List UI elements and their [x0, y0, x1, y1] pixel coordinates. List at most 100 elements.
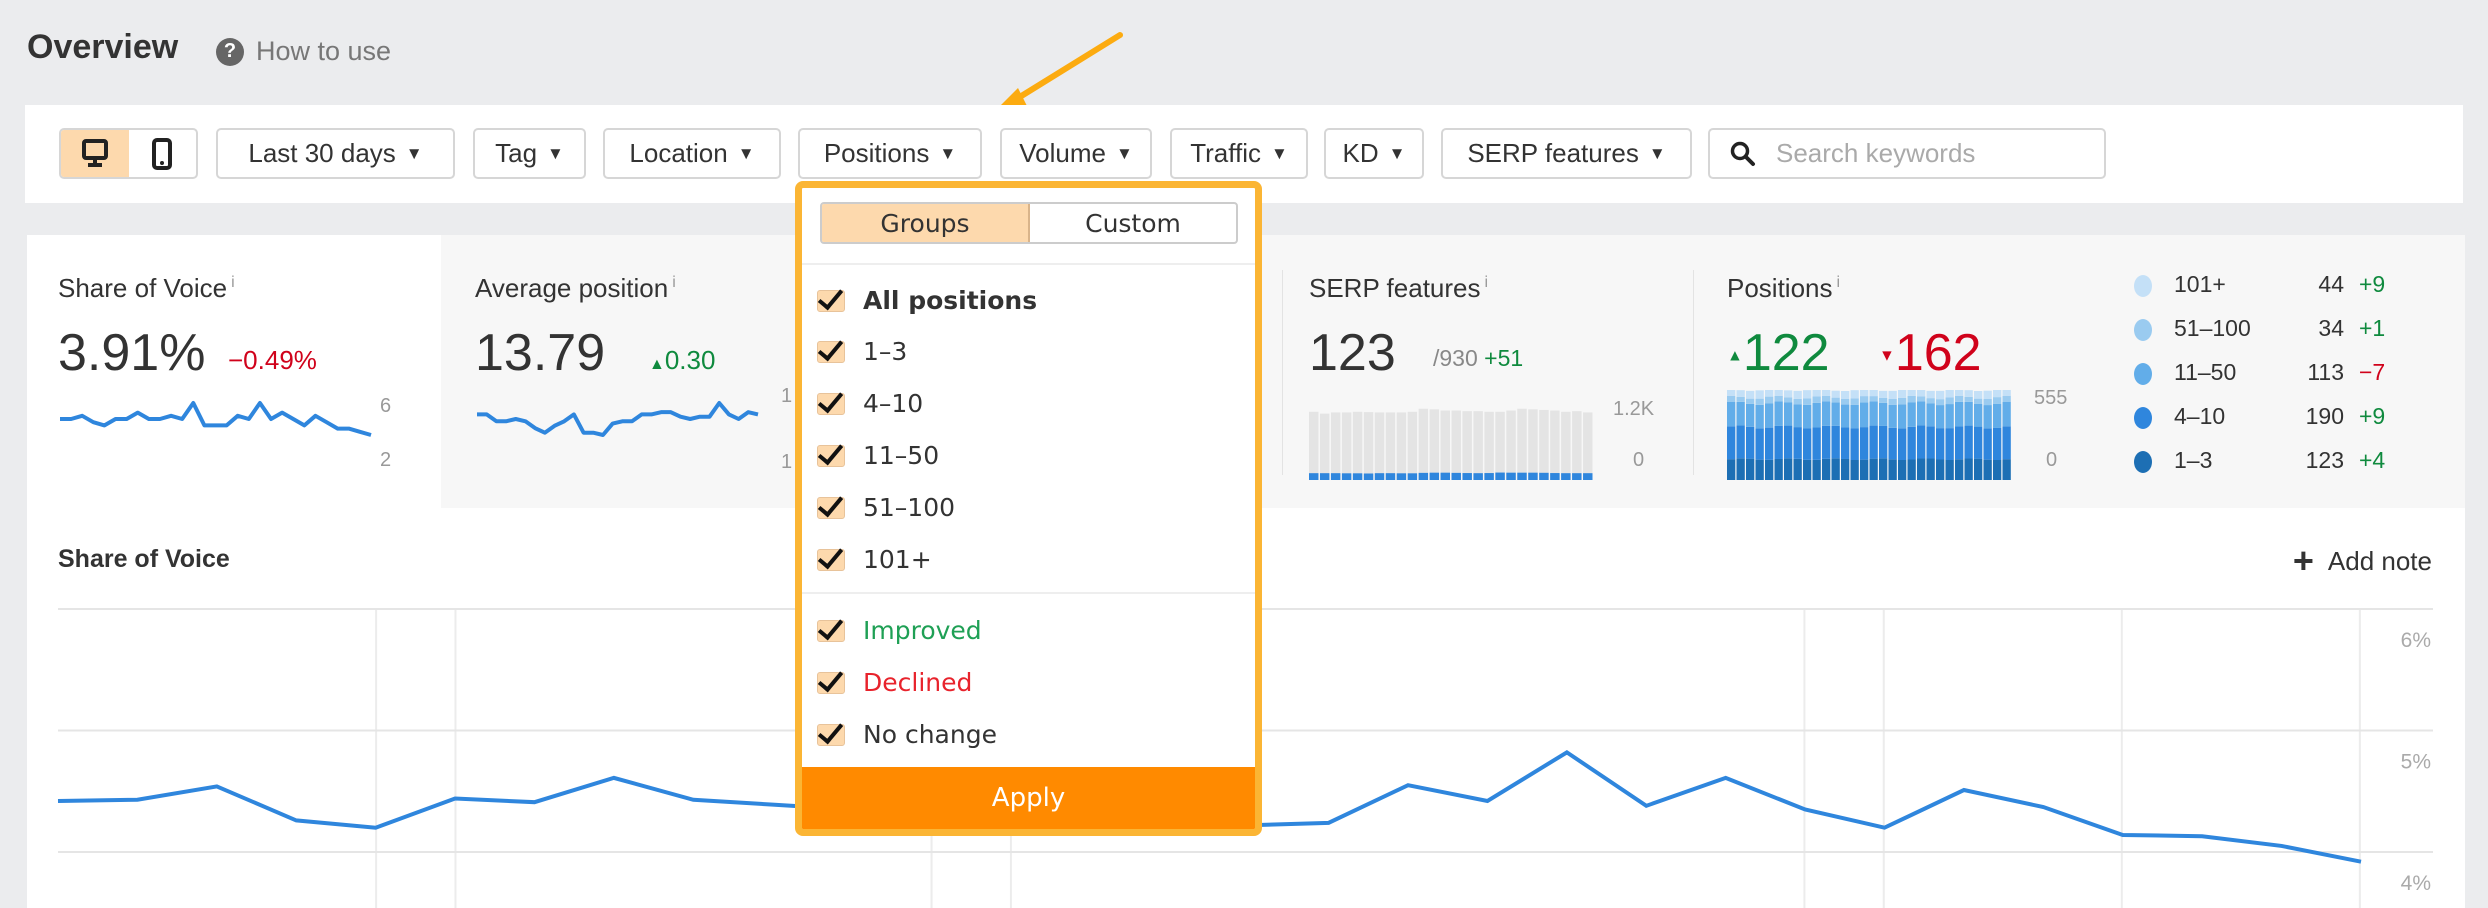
- serp-total-bar: [1341, 412, 1352, 480]
- checkbox-group[interactable]: 101+: [817, 545, 932, 574]
- tag-dropdown[interactable]: Tag ▼: [473, 128, 586, 179]
- tab-groups[interactable]: Groups: [822, 204, 1030, 242]
- checkbox-change[interactable]: Improved: [817, 616, 982, 645]
- serp-total-bar: [1583, 412, 1593, 480]
- legend-label: 11–50: [2174, 359, 2237, 385]
- positions-card[interactable]: Positions i ▲122 ▼162 555 0 101+ 44 +9 51–10…: [1694, 235, 2465, 508]
- checkbox-change[interactable]: No change: [817, 720, 997, 749]
- checkbox-checked-icon[interactable]: [817, 289, 845, 312]
- serp-features-card[interactable]: SERP features i 123 /930 +51 1.2K 0: [1283, 235, 1693, 508]
- volume-label: Volume: [1019, 138, 1106, 168]
- checkbox-label: No change: [863, 720, 997, 749]
- positions-bar-segment: [1888, 427, 1897, 460]
- metric-value: 3.91%: [58, 324, 206, 382]
- device-toggle[interactable]: [59, 128, 198, 179]
- apply-button[interactable]: Apply: [802, 767, 1255, 829]
- positions-bar-segment: [1917, 390, 1926, 397]
- positions-bar-segment: [1926, 390, 1935, 399]
- serp-found-bar: [1330, 473, 1341, 480]
- checkbox-group[interactable]: 51–100: [817, 493, 955, 522]
- serp-found-bar: [1396, 473, 1407, 480]
- positions-bar-segment: [1765, 459, 1774, 480]
- positions-bar-segment: [1850, 404, 1859, 429]
- checkbox-checked-icon[interactable]: [817, 496, 845, 519]
- serp-found-bar: [1319, 473, 1330, 480]
- checkbox-group[interactable]: 1–3: [817, 337, 907, 366]
- checkbox-checked-icon[interactable]: [817, 619, 845, 642]
- serp-found-bar: [1572, 473, 1582, 480]
- serp-total-bar: [1330, 412, 1341, 480]
- metric-title: Average position i: [475, 273, 676, 303]
- positions-bar-segment: [1784, 458, 1793, 480]
- checkbox-checked-icon[interactable]: [817, 340, 845, 363]
- traffic-dropdown[interactable]: Traffic ▼: [1170, 128, 1308, 179]
- volume-dropdown[interactable]: Volume ▼: [1000, 128, 1152, 179]
- positions-down: ▼162: [1879, 324, 1982, 382]
- axis-min: 0: [2046, 449, 2058, 471]
- checkbox-checked-icon[interactable]: [817, 392, 845, 415]
- positions-bar-segment: [1964, 390, 1973, 397]
- positions-bar-segment: [1898, 404, 1907, 429]
- positions-dropdown[interactable]: Positions ▼: [798, 128, 982, 179]
- serp-total-bar: [1528, 409, 1538, 480]
- positions-bar-segment: [1774, 395, 1783, 402]
- mobile-button[interactable]: [129, 130, 197, 177]
- checkbox-checked-icon[interactable]: [817, 671, 845, 694]
- positions-bar-segment: [1746, 458, 1755, 480]
- positions-bar-segment: [1727, 401, 1736, 427]
- search-keywords-input[interactable]: Search keywords: [1708, 128, 2106, 179]
- positions-bar-segment: [1907, 459, 1916, 480]
- positions-bar-segment: [1850, 428, 1859, 460]
- checkbox-checked-icon[interactable]: [817, 548, 845, 571]
- positions-bar-segment: [1936, 399, 1945, 406]
- serp-total-bar: [1429, 409, 1440, 480]
- legend-item: 11–50 113 −7: [2134, 359, 2434, 389]
- checkbox-checked-icon[interactable]: [817, 723, 845, 746]
- location-dropdown[interactable]: Location ▼: [603, 128, 781, 179]
- legend-item: 101+ 44 +9: [2134, 271, 2434, 301]
- checkbox-group[interactable]: 11–50: [817, 441, 939, 470]
- positions-bar-segment: [1955, 390, 1964, 396]
- checkbox-group[interactable]: All positions: [817, 286, 1037, 315]
- y-tick-label: 4%: [2401, 872, 2431, 895]
- positions-bar-segment: [1841, 427, 1850, 459]
- positions-bar-segment: [1841, 404, 1850, 428]
- positions-bar-segment: [1869, 458, 1878, 480]
- metric-title: Positions i: [1727, 273, 1841, 303]
- tab-custom[interactable]: Custom: [1030, 204, 1236, 242]
- positions-bar-segment: [1765, 403, 1774, 428]
- checkbox-checked-icon[interactable]: [817, 444, 845, 467]
- serp-total-bar: [1495, 411, 1505, 480]
- kd-dropdown[interactable]: KD ▼: [1324, 128, 1424, 179]
- serp-found-bar: [1495, 472, 1505, 480]
- positions-bar-segment: [1936, 390, 1945, 400]
- positions-bar-segment: [1736, 458, 1745, 480]
- serp-found-bar: [1374, 473, 1385, 480]
- legend-label: 4–10: [2174, 403, 2226, 429]
- legend-delta: +1: [2359, 315, 2386, 341]
- average-position-card[interactable]: Average position i 13.79 ▲0.30 1 1: [441, 235, 801, 508]
- desktop-button[interactable]: [61, 130, 129, 177]
- serp-total-bar: [1572, 411, 1582, 480]
- positions-bar-segment: [1803, 428, 1812, 460]
- positions-bar-segment: [1955, 395, 1964, 402]
- positions-bar-segment: [1812, 427, 1821, 460]
- positions-bar-segment: [1926, 403, 1935, 427]
- share-of-voice-card[interactable]: Share of Voice i 3.91% −0.49% 6 2: [27, 235, 441, 508]
- serp-features-dropdown[interactable]: SERP features ▼: [1441, 128, 1692, 179]
- positions-bar-segment: [1898, 390, 1907, 398]
- positions-bar-segment: [1888, 390, 1897, 399]
- checkbox-change[interactable]: Declined: [817, 668, 972, 697]
- checkbox-group[interactable]: 4–10: [817, 389, 923, 418]
- axis-min: 2: [380, 449, 392, 471]
- date-range-dropdown[interactable]: Last 30 days ▼: [216, 128, 455, 179]
- positions-bar-segment: [1945, 397, 1954, 405]
- how-to-use-link[interactable]: ? How to use: [216, 36, 391, 67]
- serp-total-bar: [1385, 412, 1396, 480]
- desktop-icon: [81, 138, 108, 167]
- groups-custom-toggle: Groups Custom: [820, 202, 1238, 244]
- positions-bar-segment: [1793, 390, 1802, 399]
- positions-bar-segment: [1812, 402, 1821, 428]
- positions-bar-segment: [1964, 401, 1973, 426]
- legend-count: 190: [2305, 403, 2344, 429]
